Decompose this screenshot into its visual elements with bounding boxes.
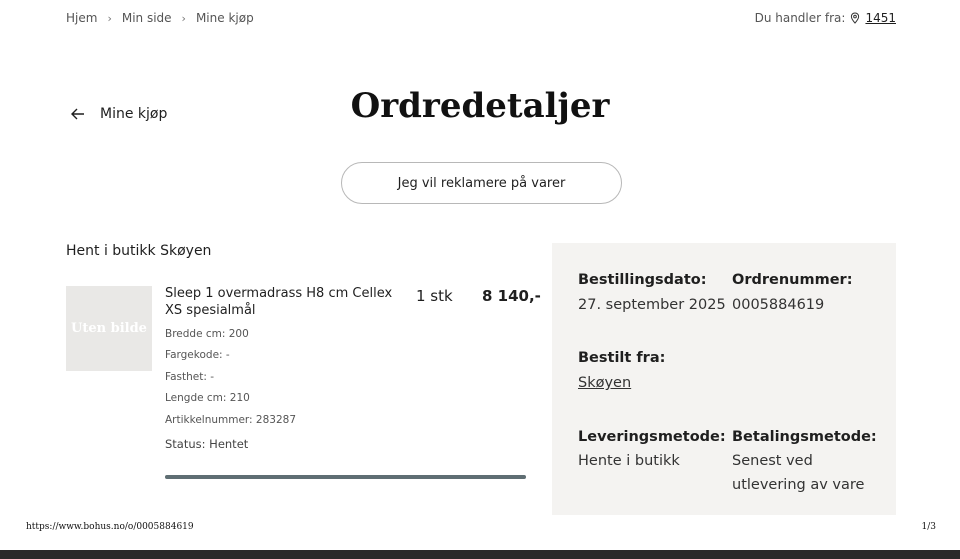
chevron-right-icon: ›	[181, 11, 186, 25]
breadcrumb-my-page[interactable]: Min side	[122, 11, 172, 25]
attribute-article-number: Artikkelnummer: 283287	[165, 414, 297, 426]
pickup-heading: Hent i butikk Skøyen	[66, 243, 212, 259]
status-progress-fill	[165, 475, 526, 479]
store-label: Du handler fra:	[754, 11, 846, 25]
attribute-firmness: Fasthet: -	[165, 371, 214, 383]
complaint-button[interactable]: Jeg vil reklamere på varer	[341, 162, 622, 204]
order-number-label: Ordrenummer:	[732, 272, 853, 288]
order-date-value: 27. september 2025	[578, 297, 726, 313]
chevron-right-icon: ›	[107, 11, 112, 25]
order-info-panel: Bestillingsdato: 27. september 2025 Ordr…	[552, 243, 896, 515]
payment-method-value: Senest ved utlevering av vare	[732, 453, 865, 493]
payment-method-label: Betalingsmetode:	[732, 429, 877, 445]
breadcrumb: Hjem › Min side › Mine kjøp	[66, 11, 254, 25]
delivery-method-label: Leveringsmetode:	[578, 429, 726, 445]
location-pin-icon	[851, 12, 860, 24]
image-placeholder-text: Uten bilde	[71, 321, 147, 336]
ordered-from-label: Bestilt fra:	[578, 350, 666, 366]
breadcrumb-home[interactable]: Hjem	[66, 11, 97, 25]
product-quantity: 1 stk	[416, 287, 453, 305]
attribute-length: Lengde cm: 210	[165, 392, 250, 404]
attribute-width: Bredde cm: 200	[165, 328, 249, 340]
status-progress-bar	[165, 475, 526, 479]
delivery-method-value: Hente i butikk	[578, 453, 680, 469]
bottom-bar	[0, 550, 960, 559]
product-price: 8 140,-	[482, 287, 541, 305]
product-image-placeholder: Uten bilde	[66, 286, 152, 371]
store-link[interactable]: 1451	[865, 11, 896, 25]
ordered-from-link[interactable]: Skøyen	[578, 371, 631, 395]
print-footer-page-number: 1/3	[921, 522, 936, 532]
store-selector: Du handler fra: 1451	[755, 11, 896, 25]
print-footer-url: https://www.bohus.no/o/0005884619	[26, 522, 194, 532]
product-name[interactable]: Sleep 1 overmadrass H8 cm Cellex XS spes…	[165, 285, 395, 319]
attribute-color-code: Fargekode: -	[165, 349, 230, 361]
order-date-label: Bestillingsdato:	[578, 272, 707, 288]
order-number-value: 0005884619	[732, 297, 825, 313]
order-status: Status: Hentet	[165, 437, 249, 451]
breadcrumb-my-purchases[interactable]: Mine kjøp	[196, 11, 254, 25]
page-title: Ordredetaljer	[350, 86, 610, 126]
